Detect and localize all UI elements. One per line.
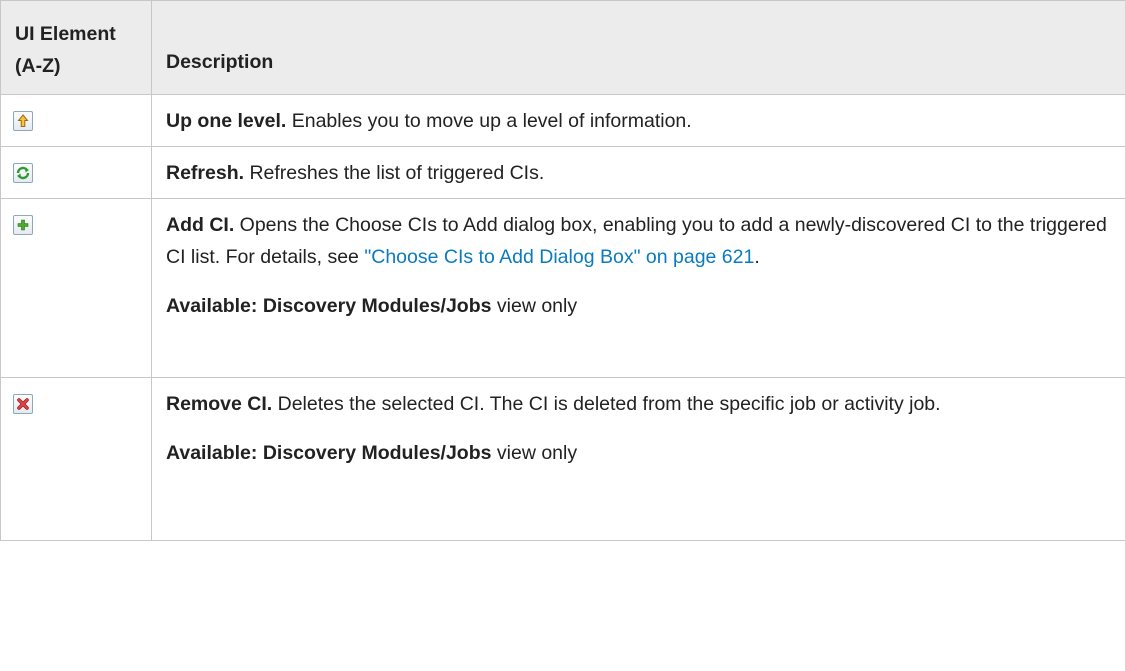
description-cell: Add CI. Opens the Choose CIs to Add dial… xyxy=(151,198,1125,378)
table-row: Remove CI. Deletes the selected CI. The … xyxy=(0,377,1125,541)
icon-cell xyxy=(0,198,152,378)
row-title: Remove CI. xyxy=(166,393,273,415)
description-cell: Refresh. Refreshes the list of triggered… xyxy=(151,146,1125,199)
row-description: Deletes the selected CI. The CI is delet… xyxy=(272,393,941,415)
header-description: Description xyxy=(151,0,1125,95)
icon-cell xyxy=(0,377,152,541)
available-label: Available: Discovery Modules/Jobs xyxy=(166,295,492,317)
icon-cell xyxy=(0,146,152,199)
row-description-end: . xyxy=(754,246,760,268)
header-ui-element-label: UI Element (A-Z) xyxy=(15,23,116,77)
description-cell: Remove CI. Deletes the selected CI. The … xyxy=(151,377,1125,541)
available-label: Available: Discovery Modules/Jobs xyxy=(166,442,492,464)
table-row: Up one level. Enables you to move up a l… xyxy=(0,94,1125,147)
header-description-label: Description xyxy=(166,51,274,73)
table-row: Refresh. Refreshes the list of triggered… xyxy=(0,146,1125,199)
available-suffix: view only xyxy=(491,295,578,317)
row-description: Enables you to move up a level of inform… xyxy=(286,110,692,132)
header-ui-element: UI Element (A-Z) xyxy=(0,0,152,95)
icon-cell xyxy=(0,94,152,147)
row-title: Up one level. xyxy=(166,110,287,132)
refresh-icon xyxy=(13,163,33,183)
row-title: Refresh. xyxy=(166,162,245,184)
description-cell: Up one level. Enables you to move up a l… xyxy=(151,94,1125,147)
row-title: Add CI. xyxy=(166,214,235,236)
available-suffix: view only xyxy=(491,442,578,464)
table-row: Add CI. Opens the Choose CIs to Add dial… xyxy=(0,198,1125,378)
up-one-level-icon xyxy=(13,111,33,131)
row-description: Refreshes the list of triggered CIs. xyxy=(244,162,545,184)
choose-cis-dialog-link[interactable]: "Choose CIs to Add Dialog Box" on page 6… xyxy=(364,246,754,268)
table-header-row: UI Element (A-Z) Description xyxy=(0,0,1125,95)
remove-icon xyxy=(13,394,33,414)
ui-elements-table: UI Element (A-Z) Description Up one leve… xyxy=(0,0,1125,541)
add-icon xyxy=(13,215,33,235)
